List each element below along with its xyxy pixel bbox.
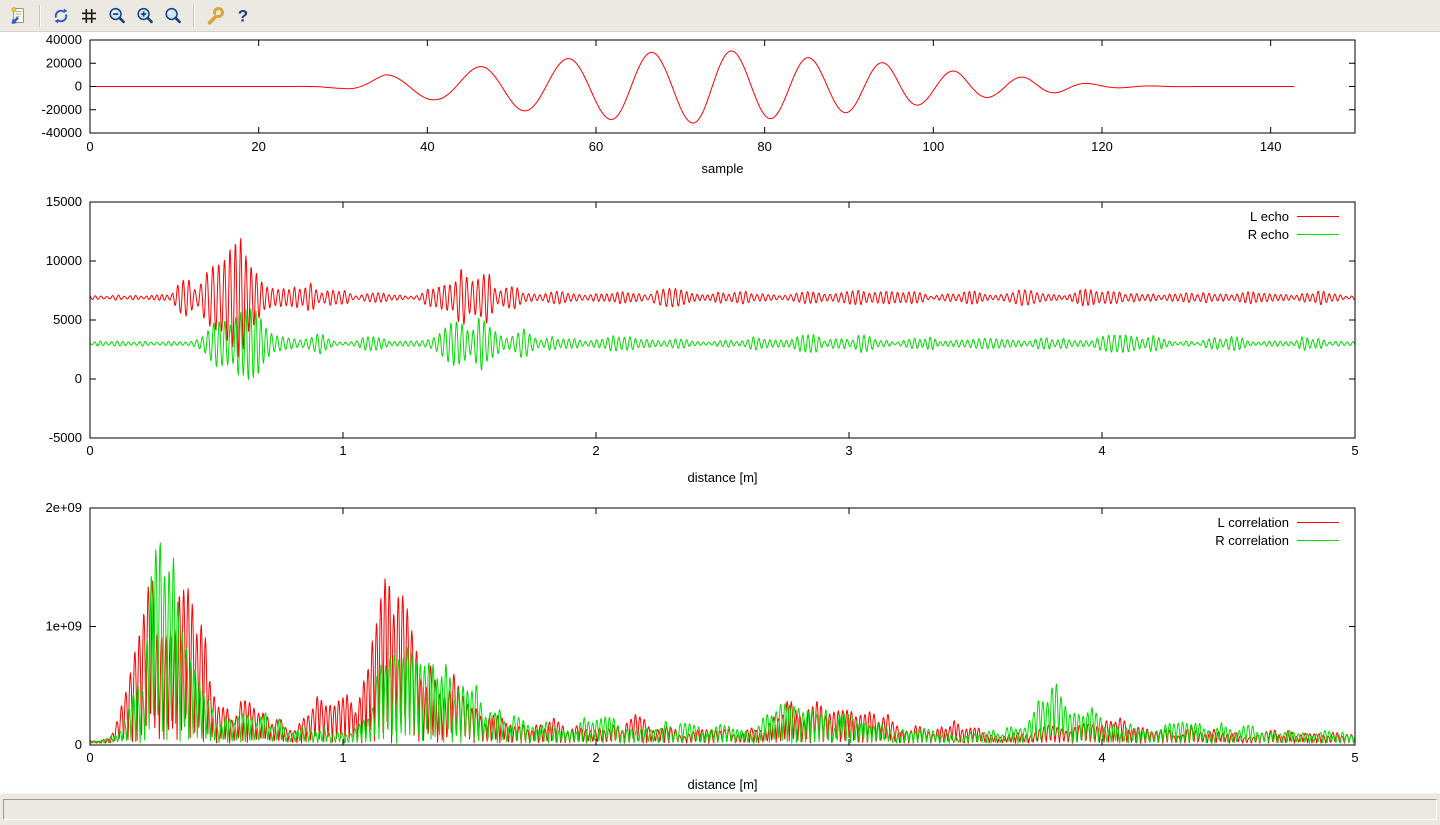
echo-plot[interactable] (0, 188, 1440, 488)
grid-button[interactable] (76, 3, 102, 29)
toolbar: ? (0, 0, 1440, 32)
gnuplot-window: ? (0, 0, 1440, 825)
plot-area (0, 32, 1440, 793)
copy-to-clipboard-button[interactable] (6, 3, 32, 29)
wrench-icon (205, 6, 225, 26)
zoom-out-button[interactable] (104, 3, 130, 29)
zoom-reset-button[interactable] (160, 3, 186, 29)
help-button[interactable]: ? (230, 3, 256, 29)
replot-button[interactable] (48, 3, 74, 29)
zoom-in-icon (135, 6, 155, 26)
pulse-plot[interactable] (0, 32, 1440, 188)
zoom-out-icon (107, 6, 127, 26)
zoom-reset-icon (163, 6, 183, 26)
zoom-in-button[interactable] (132, 3, 158, 29)
svg-text:?: ? (238, 6, 248, 25)
status-field (3, 799, 1437, 820)
clipboard-export-icon (9, 6, 29, 26)
settings-button[interactable] (202, 3, 228, 29)
help-icon: ? (233, 6, 253, 26)
grid-icon (79, 6, 99, 26)
toolbar-separator (193, 5, 195, 27)
toolbar-separator (39, 5, 41, 27)
replot-icon (51, 6, 71, 26)
status-bar (0, 793, 1440, 825)
correlation-plot[interactable] (0, 488, 1440, 793)
